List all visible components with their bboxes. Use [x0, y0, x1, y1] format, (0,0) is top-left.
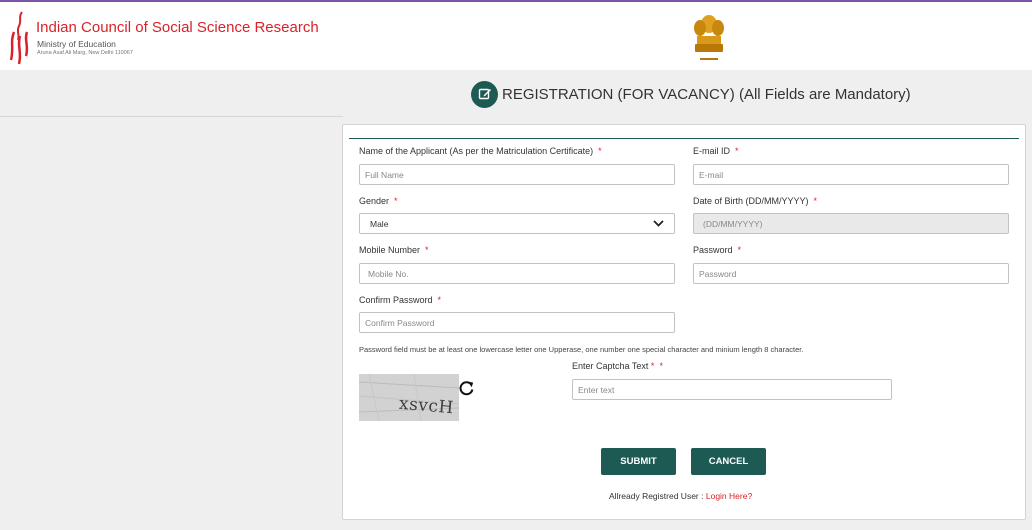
- mobile-label-text: Mobile Number: [359, 245, 421, 255]
- captcha-label-text: Enter Captcha Text: [572, 361, 649, 371]
- confirm-password-input[interactable]: [359, 312, 675, 333]
- captcha-image: xsvcH: [359, 374, 459, 421]
- confirm-password-label: Confirm Password *: [359, 295, 441, 305]
- password-label-text: Password: [693, 245, 733, 255]
- icssr-logo-icon: [9, 11, 29, 65]
- refresh-icon[interactable]: [458, 380, 475, 397]
- page-title: REGISTRATION (FOR VACANCY) (All Fields a…: [502, 85, 911, 103]
- form-top-border: [349, 138, 1019, 139]
- ministry-name: Ministry of Education: [37, 39, 116, 49]
- state-emblem-icon: [694, 15, 724, 60]
- password-rules-note: Password field must be at least one lowe…: [359, 345, 804, 354]
- login-link[interactable]: Login Here?: [706, 491, 752, 501]
- edit-icon: [471, 80, 498, 108]
- captcha-label: Enter Captcha Text * *: [572, 361, 663, 371]
- required-mark: *: [813, 196, 818, 206]
- applicant-name-label-text: Name of the Applicant (As per the Matric…: [359, 146, 594, 156]
- email-label-text: E-mail ID: [693, 146, 731, 156]
- cancel-button[interactable]: CANCEL: [691, 448, 766, 475]
- required-mark: *: [598, 146, 602, 156]
- gender-select[interactable]: Male: [359, 213, 675, 234]
- gender-selected-value: Male: [370, 218, 389, 229]
- org-name: Indian Council of Social Science Researc…: [36, 19, 319, 36]
- dob-label-text: Date of Birth (DD/MM/YYYY): [693, 196, 809, 206]
- site-header: Indian Council of Social Science Researc…: [0, 2, 1032, 70]
- required-mark: *: [437, 295, 442, 305]
- required-mark: *: [425, 245, 429, 255]
- login-prompt-text: Allready Registred User :: [609, 491, 704, 501]
- required-mark: *: [659, 361, 663, 371]
- required-mark: *: [735, 146, 739, 156]
- password-label: Password *: [693, 245, 741, 255]
- confirm-password-label-text: Confirm Password: [359, 295, 433, 305]
- dob-input[interactable]: [693, 213, 1009, 234]
- mobile-label: Mobile Number *: [359, 245, 429, 255]
- registration-form: Name of the Applicant (As per the Matric…: [342, 124, 1026, 520]
- submit-button[interactable]: SUBMIT: [601, 448, 676, 475]
- gender-label: Gender *: [359, 196, 398, 206]
- dob-label: Date of Birth (DD/MM/YYYY) *: [693, 196, 817, 206]
- email-label: E-mail ID *: [693, 146, 739, 156]
- required-mark: *: [650, 361, 655, 371]
- email-input[interactable]: [693, 164, 1009, 185]
- chevron-down-icon: [653, 220, 664, 227]
- applicant-name-input[interactable]: [359, 164, 675, 185]
- required-mark: *: [737, 245, 742, 255]
- login-prompt: Allready Registred User : Login Here?: [609, 491, 752, 501]
- captcha-input[interactable]: [572, 379, 892, 400]
- divider: [0, 116, 343, 117]
- required-mark: *: [394, 196, 398, 206]
- org-address: Aruna Asaf Ali Marg, New Delhi 110067: [37, 50, 133, 56]
- mobile-input[interactable]: [359, 263, 675, 284]
- password-input[interactable]: [693, 263, 1009, 284]
- gender-label-text: Gender: [359, 196, 390, 206]
- page-heading: REGISTRATION (FOR VACANCY) (All Fields a…: [471, 80, 911, 108]
- applicant-name-label: Name of the Applicant (As per the Matric…: [359, 146, 602, 156]
